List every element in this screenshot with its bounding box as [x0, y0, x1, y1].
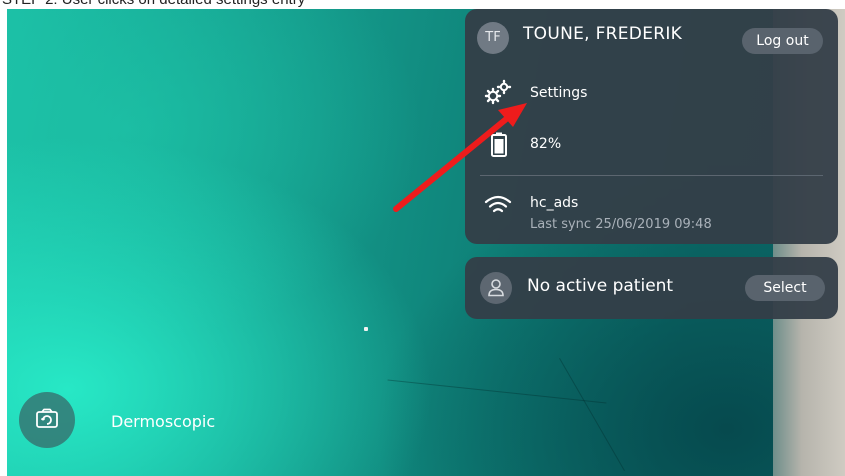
camera-mode-label: Dermoscopic: [111, 412, 216, 431]
camera-mode-button[interactable]: [19, 392, 75, 448]
annotation-arrow: [393, 103, 527, 212]
pointer-dot: [364, 327, 368, 331]
camera-switch-icon: [36, 408, 58, 428]
